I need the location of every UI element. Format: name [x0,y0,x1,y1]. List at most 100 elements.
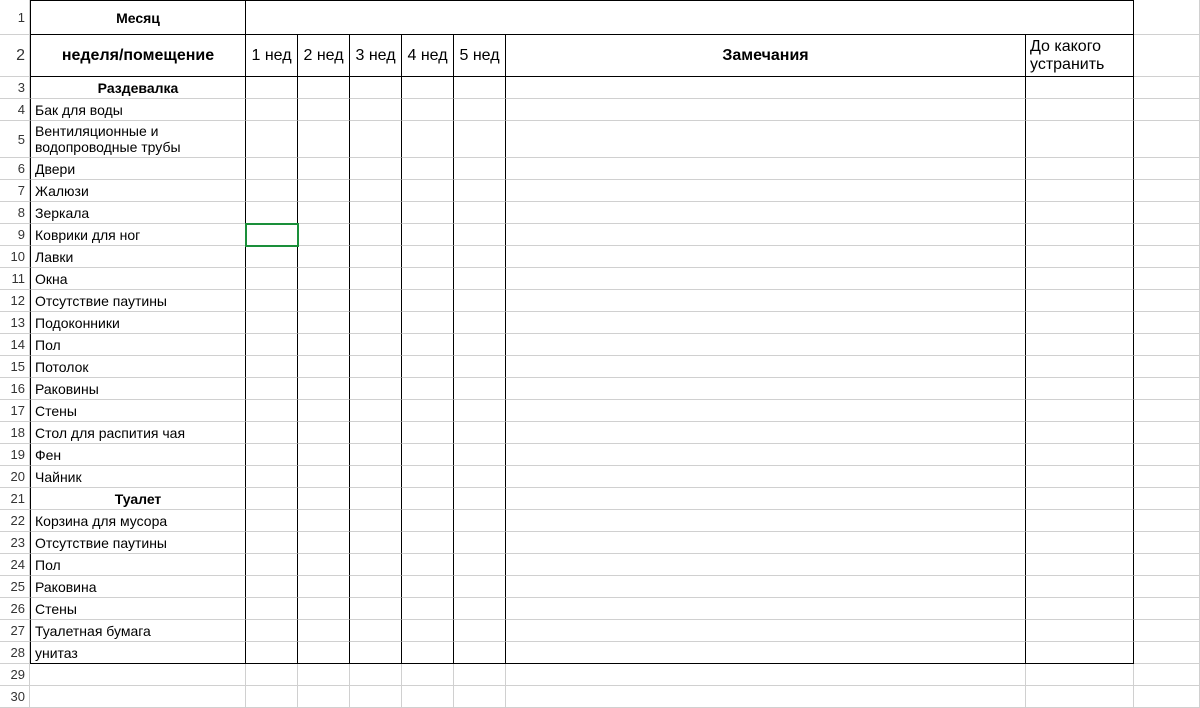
cell-fix-by[interactable] [1026,620,1134,642]
row-number[interactable]: 6 [0,158,30,180]
row-label[interactable]: Корзина для мусора [30,510,246,532]
cell-week[interactable] [402,576,454,598]
cell-week[interactable] [246,576,298,598]
cell[interactable] [298,686,350,708]
cell-week[interactable] [454,312,506,334]
header-fix-by[interactable]: До какого устранить [1026,35,1134,77]
cell-blank[interactable] [1134,642,1200,664]
cell-blank[interactable] [1134,312,1200,334]
cell-blank[interactable] [1134,180,1200,202]
row-number[interactable]: 22 [0,510,30,532]
row-label[interactable]: Потолок [30,356,246,378]
cell-week[interactable] [350,598,402,620]
cell-remarks[interactable] [506,422,1026,444]
cell-week[interactable] [454,121,506,158]
row-number[interactable]: 5 [0,121,30,158]
cell-remarks[interactable] [506,488,1026,510]
row-label[interactable]: Бак для воды [30,99,246,121]
cell-week[interactable] [402,77,454,99]
row-label[interactable]: Отсутствие паутины [30,290,246,312]
cell-week[interactable] [402,444,454,466]
cell-week[interactable] [350,378,402,400]
cell-week[interactable] [402,422,454,444]
row-number[interactable]: 12 [0,290,30,312]
cell-blank[interactable] [1134,224,1200,246]
row-number[interactable]: 27 [0,620,30,642]
cell-fix-by[interactable] [1026,532,1134,554]
cell-week[interactable] [350,554,402,576]
row-number[interactable]: 1 [0,0,30,35]
row-number[interactable]: 26 [0,598,30,620]
cell-week[interactable] [454,554,506,576]
row-label[interactable]: Зеркала [30,202,246,224]
cell-blank[interactable] [1134,99,1200,121]
cell-week[interactable] [350,422,402,444]
cell-week[interactable] [246,290,298,312]
cell-fix-by[interactable] [1026,334,1134,356]
cell-week[interactable] [298,356,350,378]
cell-fix-by[interactable] [1026,400,1134,422]
cell-week[interactable] [246,99,298,121]
cell-week[interactable] [298,290,350,312]
cell-remarks[interactable] [506,532,1026,554]
cell-remarks[interactable] [506,77,1026,99]
cell-week[interactable] [246,77,298,99]
cell-week[interactable] [246,422,298,444]
row-number[interactable]: 7 [0,180,30,202]
row-label[interactable]: Фен [30,444,246,466]
cell[interactable] [506,686,1026,708]
cell-fix-by[interactable] [1026,554,1134,576]
cell-week[interactable] [350,77,402,99]
cell-blank[interactable] [1134,246,1200,268]
cell-week[interactable] [350,356,402,378]
cell-week[interactable] [246,532,298,554]
cell-fix-by[interactable] [1026,576,1134,598]
cell-remarks[interactable] [506,121,1026,158]
cell-week[interactable] [454,466,506,488]
cell-fix-by[interactable] [1026,510,1134,532]
cell-week[interactable] [350,180,402,202]
cell-week[interactable] [454,642,506,664]
cell-week[interactable] [298,532,350,554]
row-label[interactable]: Подоконники [30,312,246,334]
cell-week[interactable] [350,121,402,158]
cell-fix-by[interactable] [1026,180,1134,202]
cell-fix-by[interactable] [1026,422,1134,444]
cell[interactable] [1026,686,1134,708]
row-label[interactable]: Лавки [30,246,246,268]
cell-remarks[interactable] [506,378,1026,400]
row-label[interactable]: Раздевалка [30,77,246,99]
cell-remarks[interactable] [506,290,1026,312]
cell-blank[interactable] [1134,422,1200,444]
row-number[interactable]: 25 [0,576,30,598]
cell[interactable] [402,686,454,708]
row-number[interactable]: 21 [0,488,30,510]
cell-week[interactable] [298,488,350,510]
cell-week[interactable] [402,510,454,532]
row-number[interactable]: 15 [0,356,30,378]
cell-week[interactable] [246,180,298,202]
cell-week[interactable] [246,334,298,356]
cell-week[interactable] [350,99,402,121]
header-week-1[interactable]: 1 нед [246,35,298,77]
cell-remarks[interactable] [506,224,1026,246]
cell-blank[interactable] [1134,444,1200,466]
cell-blank[interactable] [1134,598,1200,620]
cell-week[interactable] [246,510,298,532]
row-number[interactable]: 18 [0,422,30,444]
cell-week[interactable] [402,620,454,642]
cell-week[interactable] [298,224,350,246]
row-label[interactable]: Стол для распития чая [30,422,246,444]
cell-remarks[interactable] [506,598,1026,620]
header-week-3[interactable]: 3 нед [350,35,402,77]
cell-week[interactable] [402,121,454,158]
row-number[interactable]: 30 [0,686,30,708]
cell-blank[interactable] [1134,35,1200,77]
row-label[interactable]: Окна [30,268,246,290]
header-month[interactable]: Месяц [30,0,246,35]
cell-week[interactable] [298,202,350,224]
cell-week[interactable] [246,598,298,620]
cell-blank[interactable] [1134,121,1200,158]
cell-blank[interactable] [1134,664,1200,686]
cell-week[interactable] [402,290,454,312]
